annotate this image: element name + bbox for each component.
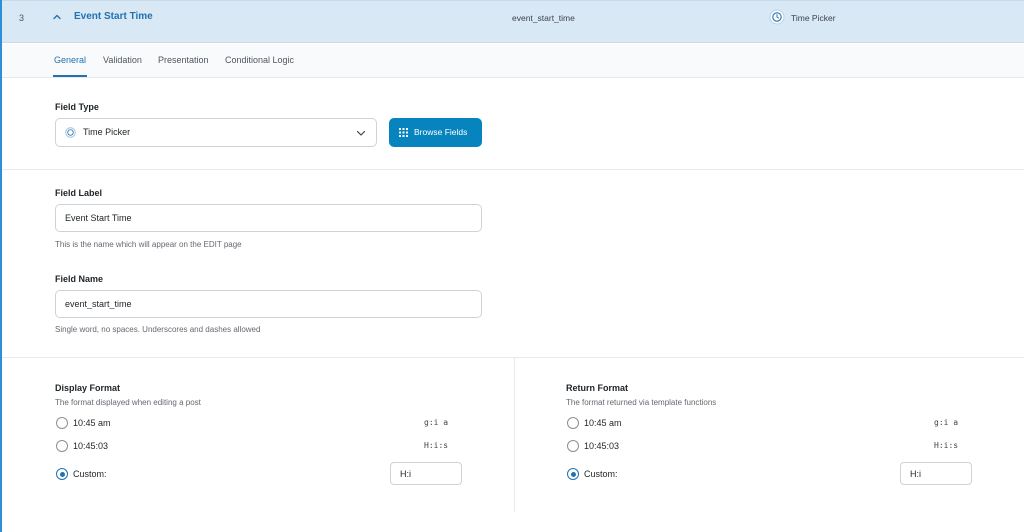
field-settings-panel: 3 Event Start Time event_start_time Time… bbox=[0, 0, 1024, 532]
field-label-input[interactable] bbox=[55, 204, 482, 232]
grid-icon bbox=[399, 128, 408, 137]
tab-conditional-logic[interactable]: Conditional Logic bbox=[225, 55, 294, 65]
field-type-select[interactable]: Time Picker bbox=[55, 118, 377, 147]
display-format-option-code: g:i a bbox=[424, 418, 449, 427]
return-format-option-code: H:i:s bbox=[934, 441, 959, 450]
return-format-option-label[interactable]: 10:45 am bbox=[584, 418, 622, 428]
section-divider bbox=[2, 357, 1024, 358]
field-header[interactable]: 3 Event Start Time event_start_time Time… bbox=[2, 0, 1024, 43]
active-tab-indicator bbox=[53, 75, 87, 77]
display-format-custom-input[interactable] bbox=[390, 462, 462, 485]
field-label-description: This is the name which will appear on th… bbox=[55, 240, 242, 249]
display-format-description: The format displayed when editing a post bbox=[55, 398, 201, 407]
clock-icon bbox=[769, 9, 785, 25]
display-format-option-label[interactable]: 10:45 am bbox=[73, 418, 111, 428]
display-format-heading: Display Format bbox=[55, 383, 121, 393]
field-type-summary: Time Picker bbox=[791, 13, 836, 23]
field-name-description: Single word, no spaces. Underscores and … bbox=[55, 325, 261, 334]
return-format-radio-2[interactable] bbox=[567, 440, 579, 452]
field-type-label: Field Type bbox=[55, 102, 99, 112]
display-format-radio-custom[interactable] bbox=[56, 468, 68, 480]
tab-presentation[interactable]: Presentation bbox=[158, 55, 209, 65]
chevron-down-icon bbox=[356, 130, 366, 136]
column-divider bbox=[514, 358, 515, 512]
return-format-option-label[interactable]: 10:45:03 bbox=[584, 441, 619, 451]
chevron-up-icon[interactable] bbox=[51, 11, 63, 23]
field-name-summary: event_start_time bbox=[512, 13, 575, 23]
field-title[interactable]: Event Start Time bbox=[74, 11, 153, 22]
display-format-radio-1[interactable] bbox=[56, 417, 68, 429]
browse-fields-button[interactable]: Browse Fields bbox=[389, 118, 482, 147]
return-format-option-label[interactable]: Custom: bbox=[584, 469, 618, 479]
return-format-custom-input[interactable] bbox=[900, 462, 972, 485]
field-name-heading: Field Name bbox=[55, 274, 104, 284]
display-format-radio-2[interactable] bbox=[56, 440, 68, 452]
field-name-input[interactable] bbox=[55, 290, 482, 318]
return-format-radio-1[interactable] bbox=[567, 417, 579, 429]
return-format-heading: Return Format bbox=[566, 383, 629, 393]
settings-tabs: General Validation Presentation Conditio… bbox=[2, 44, 1024, 78]
field-type-value: Time Picker bbox=[83, 127, 131, 137]
tab-validation[interactable]: Validation bbox=[103, 55, 142, 65]
display-format-option-label[interactable]: 10:45:03 bbox=[73, 441, 108, 451]
return-format-radio-custom[interactable] bbox=[567, 468, 579, 480]
browse-fields-label: Browse Fields bbox=[414, 127, 468, 137]
display-format-option-label[interactable]: Custom: bbox=[73, 469, 107, 479]
return-format-option-code: g:i a bbox=[934, 418, 959, 427]
tab-general[interactable]: General bbox=[54, 55, 86, 65]
field-order: 3 bbox=[19, 13, 25, 23]
field-label-heading: Field Label bbox=[55, 188, 103, 198]
section-divider bbox=[2, 169, 1024, 170]
clock-icon bbox=[65, 127, 76, 138]
display-format-option-code: H:i:s bbox=[424, 441, 449, 450]
return-format-description: The format returned via template functio… bbox=[566, 398, 717, 407]
